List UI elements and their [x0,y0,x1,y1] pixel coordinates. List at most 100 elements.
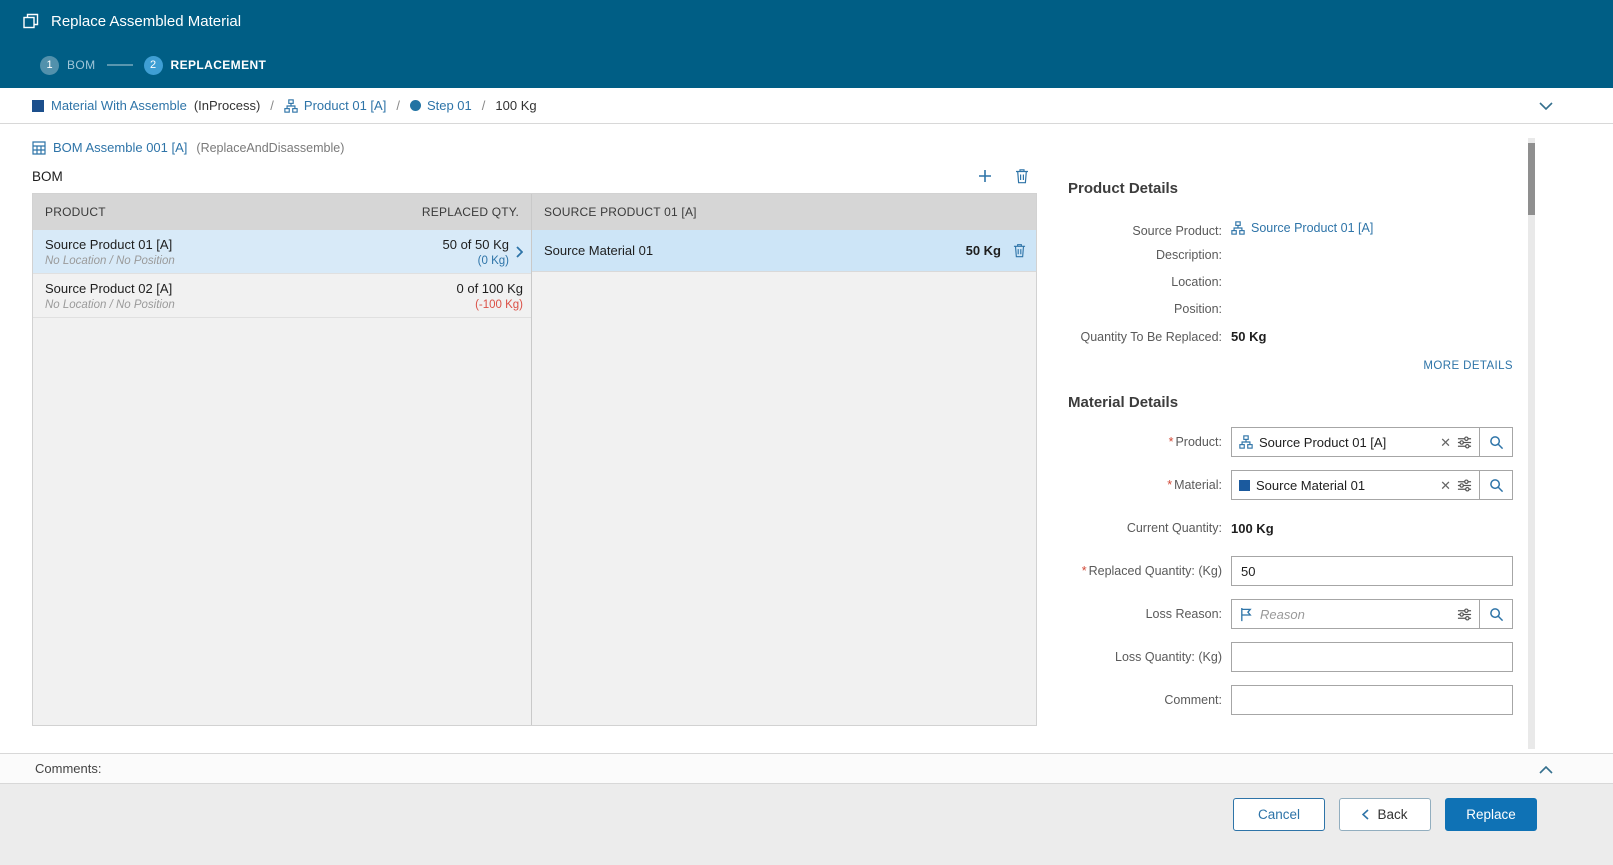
material-icon [32,99,44,112]
step-icon [409,100,421,111]
step-2-label: REPLACEMENT [170,58,267,72]
title-bar: Replace Assembled Material [0,0,1613,42]
table-row[interactable]: Source Product 02 [A] No Location / No P… [33,274,531,318]
step-bom[interactable]: 1 BOM [40,55,96,75]
row-delta-qty: (-100 Kg) [475,298,523,311]
cancel-button[interactable]: Cancel [1233,798,1325,831]
source-product-link[interactable]: Source Product 01 [A] [1231,221,1373,235]
row-material-qty: 50 Kg [965,243,1001,258]
comments-label: Comments: [35,761,102,776]
comment-input[interactable] [1231,685,1513,715]
breadcrumb-separator: / [481,98,486,113]
chevron-left-icon [1362,809,1370,820]
current-quantity-label: Current Quantity: [1126,521,1222,535]
detail-label: Location: [1171,275,1222,289]
search-icon [1489,478,1503,492]
plus-icon [979,170,991,182]
delete-material-button[interactable] [1015,168,1029,184]
loss-reason-search-button[interactable] [1480,599,1513,629]
loss-quantity-input[interactable] [1231,642,1513,672]
column-product: PRODUCT [45,205,106,219]
search-icon [1489,435,1503,449]
material-field-label: * Material: [1167,478,1222,492]
step-replacement[interactable]: 2 REPLACEMENT [143,55,267,75]
table-empty-area [33,318,531,725]
bom-mode: (ReplaceAndDisassemble) [196,140,345,155]
product-icon [1231,221,1245,235]
product-combo[interactable]: Source Product 01 [A] ✕ [1231,427,1480,457]
main-content: BOM Assemble 001 [A] (ReplaceAndDisassem… [0,124,1613,753]
product-table: PRODUCT REPLACED QTY. Source Product 01 … [33,194,532,725]
loss-quantity-label: Loss Quantity: (Kg) [1115,650,1222,664]
table-row[interactable]: Source Product 01 [A] No Location / No P… [33,230,531,274]
quantity-to-be-replaced-value: 50 Kg [1231,329,1267,344]
breadcrumb-step-link[interactable]: Step 01 [409,98,472,113]
clear-icon[interactable]: ✕ [1440,436,1451,449]
row-location: No Location / No Position [45,298,175,311]
back-button[interactable]: Back [1339,798,1431,831]
delete-row-button[interactable] [1013,243,1026,258]
breadcrumb: Material With Assemble (InProcess) / Pro… [0,88,1613,124]
row-product-name: Source Product 01 [A] [45,236,173,252]
footer-actions: Cancel Back Replace [0,784,1613,865]
material-search-button[interactable] [1480,470,1513,500]
required-marker: * [1167,478,1173,492]
scrollbar-thumb[interactable] [1528,143,1535,215]
collapse-breadcrumb-chevron-down-icon[interactable] [1539,102,1553,110]
options-sliders-icon[interactable] [1457,435,1472,450]
bom-assemble-link[interactable]: BOM Assemble 001 [A] [53,140,187,155]
product-icon [1239,435,1253,449]
loss-reason-label: Loss Reason: [1145,607,1222,621]
breadcrumb-quantity: 100 Kg [495,98,537,113]
current-quantity-value: 100 Kg [1231,520,1274,536]
product-icon [284,98,298,113]
replaced-quantity-input[interactable] [1231,556,1513,586]
table-row[interactable]: Source Material 01 50 Kg [532,230,1036,272]
row-replaced-qty: 0 of 100 Kg [456,280,524,296]
product-field-label: * Product: [1168,435,1222,449]
step-1-circle: 1 [40,55,59,75]
vertical-scrollbar[interactable] [1528,138,1535,749]
material-combo[interactable]: Source Material 01 ✕ [1231,470,1480,500]
comment-label: Comment: [1164,693,1222,707]
breadcrumb-product-link[interactable]: Product 01 [A] [284,98,386,113]
product-details-title: Product Details [1068,180,1179,197]
bom-toolbar [977,168,1037,184]
details-panel: Product Details Source Product: Source P… [1068,124,1513,753]
trash-icon [1016,169,1028,184]
comments-bar: Comments: [0,753,1613,784]
product-combo-value: Source Product 01 [A] [1259,434,1387,450]
breadcrumb-separator: / [270,98,274,113]
detail-label: Quantity To Be Replaced: [1080,330,1222,344]
source-material-table: SOURCE PRODUCT 01 [A] Source Material 01… [532,194,1036,725]
loss-reason-combo[interactable] [1231,599,1480,629]
bom-grid-icon [32,140,46,155]
options-sliders-icon[interactable] [1457,607,1472,622]
expand-comments-chevron-up-icon[interactable] [1539,765,1553,774]
more-details-link[interactable]: MORE DETAILS [1423,360,1513,372]
flag-icon [1241,607,1252,621]
breadcrumb-material-link[interactable]: Material With Assemble [51,98,187,113]
row-replaced-qty: 50 of 50 Kg [442,236,510,252]
detail-label: Source Product: [1132,224,1222,238]
replace-button[interactable]: Replace [1445,798,1537,831]
loss-reason-input[interactable] [1260,606,1451,622]
row-delta-qty: (0 Kg) [477,254,509,267]
add-material-button[interactable] [977,168,993,184]
row-location: No Location / No Position [45,254,175,267]
bom-label: BOM [32,169,63,184]
clear-icon[interactable]: ✕ [1440,479,1451,492]
options-sliders-icon[interactable] [1457,478,1472,493]
chevron-right-icon[interactable] [516,245,523,258]
breadcrumb-separator: / [396,98,400,113]
row-material-name: Source Material 01 [544,243,654,258]
bom-tables: PRODUCT REPLACED QTY. Source Product 01 … [32,193,1037,726]
step-connector [106,64,133,66]
product-search-button[interactable] [1480,427,1513,457]
row-product-name: Source Product 02 [A] [45,280,173,296]
search-icon [1489,607,1503,621]
material-status: (InProcess) [193,98,261,113]
column-source-product: SOURCE PRODUCT 01 [A] [544,205,697,219]
bom-section: BOM Assemble 001 [A] (ReplaceAndDisassem… [0,124,1037,753]
product-table-header: PRODUCT REPLACED QTY. [33,194,531,230]
